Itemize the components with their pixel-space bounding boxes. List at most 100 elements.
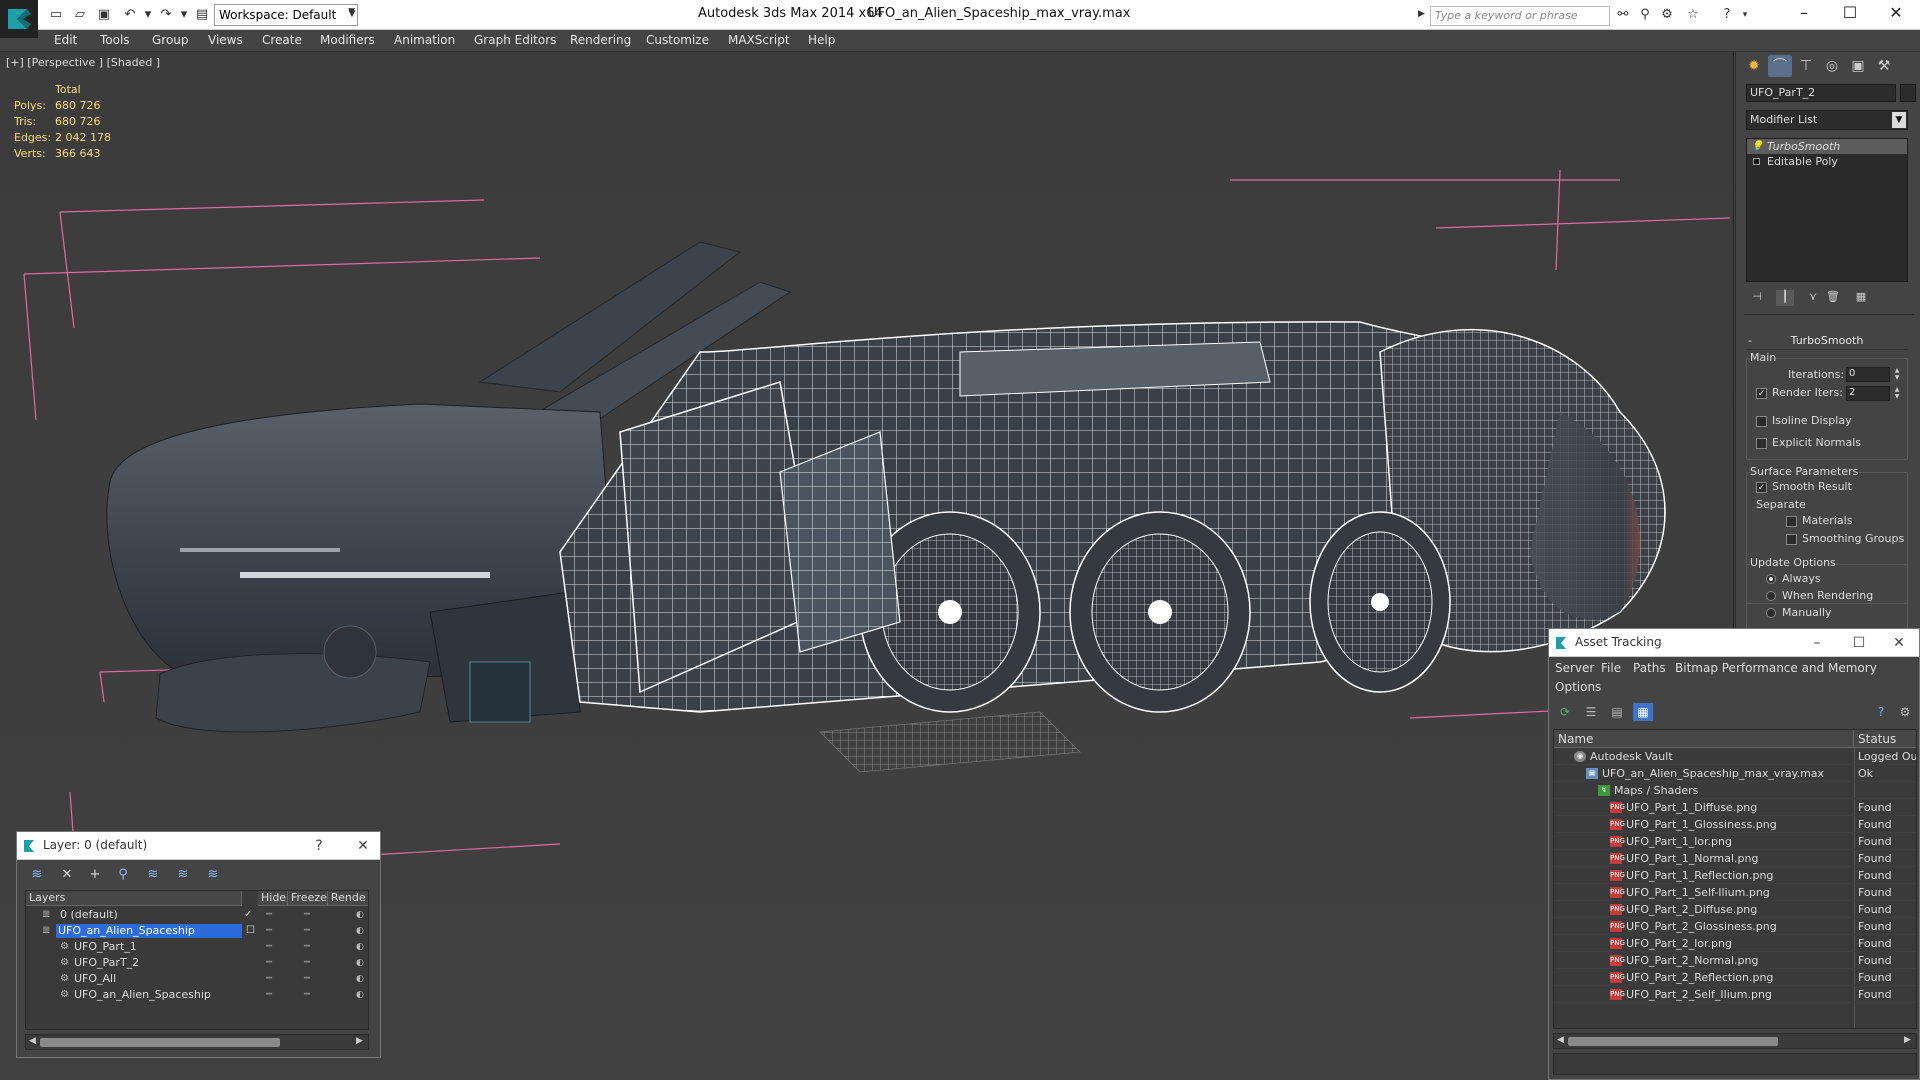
- favorites-star-icon[interactable]: ☆: [1684, 7, 1702, 23]
- scrollbar-thumb[interactable]: [40, 1038, 280, 1047]
- menu-modifiers[interactable]: Modifiers: [320, 33, 375, 47]
- stack-expand-box-icon[interactable]: [1753, 158, 1760, 165]
- hide-toggle[interactable]: ━: [266, 923, 272, 939]
- close-button[interactable]: ✕: [351, 836, 375, 856]
- save-icon[interactable]: ▣: [96, 7, 112, 23]
- render-iters-checkbox[interactable]: ✓: [1756, 388, 1767, 399]
- open-file-icon[interactable]: ▱: [72, 7, 88, 23]
- stack-item-turbosmooth[interactable]: 💡 TurboSmooth: [1747, 139, 1907, 154]
- redo-icon[interactable]: ↷: [158, 7, 174, 23]
- modifier-list-dropdown[interactable]: Modifier List ▼: [1746, 110, 1908, 130]
- freeze-toggle[interactable]: ━: [304, 907, 310, 923]
- freeze-column-header[interactable]: Freeze: [288, 891, 328, 906]
- materials-checkbox[interactable]: [1786, 516, 1797, 527]
- layer-row[interactable]: ⚙ UFO_ParT_2 ━ ━ ◐: [26, 955, 368, 971]
- hierarchy-tab-icon[interactable]: ⊤: [1794, 55, 1818, 77]
- isoline-display-checkbox[interactable]: [1756, 416, 1767, 427]
- motion-tab-icon[interactable]: ◎: [1820, 55, 1844, 77]
- asset-row[interactable]: PNG UFO_Part_1_lor.png Found: [1554, 833, 1916, 850]
- status-column-header[interactable]: Status: [1854, 730, 1916, 748]
- new-file-icon[interactable]: ▭: [48, 7, 64, 23]
- asset-row[interactable]: ▣ UFO_an_Alien_Spaceship_max_vray.max Ok: [1554, 765, 1916, 782]
- maximize-button[interactable]: ☐: [1830, 2, 1870, 26]
- render-iters-spinner[interactable]: 2: [1846, 386, 1890, 401]
- smooth-result-checkbox[interactable]: ✓: [1756, 482, 1767, 493]
- freeze-toggle[interactable]: ━: [304, 987, 310, 1003]
- workspace-dropdown[interactable]: Workspace: Default ▼: [214, 4, 358, 26]
- pin-stack-icon[interactable]: ⊣: [1748, 290, 1766, 306]
- asset-row[interactable]: PNG UFO_Part_1_Reflection.png Found: [1554, 867, 1916, 884]
- asset-row[interactable]: PNG UFO_Part_2_Normal.png Found: [1554, 952, 1916, 969]
- asset-row[interactable]: ↯ Maps / Shaders: [1554, 782, 1916, 799]
- help-button[interactable]: ?: [307, 836, 331, 856]
- refresh-icon[interactable]: ⟳: [1555, 703, 1575, 721]
- asset-horizontal-scrollbar[interactable]: ◀ ▶: [1553, 1033, 1917, 1049]
- render-toggle-icon[interactable]: ◐: [356, 939, 364, 955]
- freeze-toggle[interactable]: ━: [304, 939, 310, 955]
- close-button[interactable]: ✕: [1887, 633, 1911, 653]
- render-toggle-icon[interactable]: ◐: [356, 955, 364, 971]
- hide-column-header[interactable]: Hide: [258, 891, 288, 906]
- modify-tab-icon[interactable]: ⌒: [1768, 55, 1792, 77]
- iterations-spinner[interactable]: 0: [1846, 367, 1890, 382]
- spinner-arrows-icon[interactable]: ▲ ▼: [1892, 367, 1902, 382]
- asset-row[interactable]: PNG UFO_Part_2_Self_Ilium.png Found: [1554, 986, 1916, 1003]
- scroll-right-icon[interactable]: ▶: [1904, 1035, 1911, 1045]
- menu-animation[interactable]: Animation: [394, 33, 455, 47]
- menu-create[interactable]: Create: [262, 33, 302, 47]
- turbosmooth-rollout-header[interactable]: - TurboSmooth: [1746, 334, 1908, 350]
- scroll-left-icon[interactable]: ◀: [29, 1036, 36, 1046]
- add-to-layer-icon[interactable]: +: [85, 865, 105, 885]
- remove-modifier-icon[interactable]: 🗑: [1824, 290, 1842, 306]
- menu-paths[interactable]: Paths: [1633, 661, 1666, 675]
- menu-options[interactable]: Options: [1555, 680, 1601, 694]
- binoculars-icon[interactable]: ⚯: [1614, 7, 1632, 23]
- active-layer-check-icon[interactable]: ✓: [244, 907, 252, 923]
- hide-toggle[interactable]: ━: [266, 971, 272, 987]
- when-rendering-radio[interactable]: [1766, 591, 1776, 601]
- explicit-normals-checkbox[interactable]: [1756, 438, 1767, 449]
- asset-row[interactable]: PNG UFO_Part_2_Glossiness.png Found: [1554, 918, 1916, 935]
- menu-group[interactable]: Group: [152, 33, 189, 47]
- scrollbar-thumb[interactable]: [1568, 1037, 1778, 1046]
- asset-row[interactable]: PNG UFO_Part_1_Glossiness.png Found: [1554, 816, 1916, 833]
- freeze-toggle[interactable]: ━: [304, 971, 310, 987]
- menu-file[interactable]: File: [1601, 661, 1621, 675]
- menu-views[interactable]: Views: [208, 33, 243, 47]
- display-tab-icon[interactable]: ▣: [1846, 55, 1870, 77]
- undo-dropdown-icon[interactable]: ▾: [140, 7, 156, 23]
- object-name-input[interactable]: UFO_ParT_2: [1746, 84, 1896, 102]
- close-button[interactable]: ✕: [1876, 2, 1916, 26]
- workspace-menu-icon[interactable]: ▼: [344, 6, 360, 22]
- scroll-right-icon[interactable]: ▶: [356, 1036, 363, 1046]
- layer-row[interactable]: ⚙ UFO_All ━ ━ ◐: [26, 971, 368, 987]
- asset-row[interactable]: PNG UFO_Part_1_Normal.png Found: [1554, 850, 1916, 867]
- spinner-arrows-icon[interactable]: ▲ ▼: [1892, 386, 1902, 401]
- menu-customize[interactable]: Customize: [646, 33, 709, 47]
- menu-rendering[interactable]: Rendering: [570, 33, 631, 47]
- menu-graph-editors[interactable]: Graph Editors: [474, 33, 556, 47]
- utilities-tab-icon[interactable]: ⚒: [1872, 55, 1896, 77]
- settings-icon[interactable]: ⚙: [1895, 703, 1915, 721]
- asset-row[interactable]: PNG UFO_Part_1_Diffuse.png Found: [1554, 799, 1916, 816]
- render-toggle-icon[interactable]: ◐: [356, 907, 364, 923]
- stack-item-editable-poly[interactable]: Editable Poly: [1747, 154, 1907, 169]
- layer-row[interactable]: ≣ 0 (default) ✓ ━ ━ ◐: [26, 907, 368, 923]
- modifier-stack[interactable]: 💡 TurboSmooth Editable Poly: [1746, 138, 1908, 282]
- table-view-icon[interactable]: ▦: [1633, 703, 1653, 721]
- asset-row[interactable]: PNG UFO_Part_1_Self-Ilium.png Found: [1554, 884, 1916, 901]
- scroll-left-icon[interactable]: ◀: [1557, 1035, 1564, 1045]
- layer-row[interactable]: ⚙ UFO_an_Alien_Spaceship ━ ━ ◐: [26, 987, 368, 1003]
- select-objects-icon[interactable]: ⚲: [113, 865, 133, 885]
- asset-row[interactable]: PNG UFO_Part_2_Reflection.png Found: [1554, 969, 1916, 986]
- app-logo-icon[interactable]: [0, 0, 38, 38]
- menu-edit[interactable]: Edit: [54, 33, 77, 47]
- configure-modifier-sets-icon[interactable]: ▦: [1852, 290, 1870, 306]
- highlight-layer-icon[interactable]: ≋: [143, 865, 163, 885]
- hide-toggle[interactable]: ━: [266, 987, 272, 1003]
- render-toggle-icon[interactable]: ◐: [356, 987, 364, 1003]
- minimize-button[interactable]: –: [1784, 2, 1824, 26]
- hide-toggle[interactable]: ━: [266, 955, 272, 971]
- thumbnail-view-icon[interactable]: ▤: [1607, 703, 1627, 721]
- help-icon[interactable]: ?: [1871, 703, 1891, 721]
